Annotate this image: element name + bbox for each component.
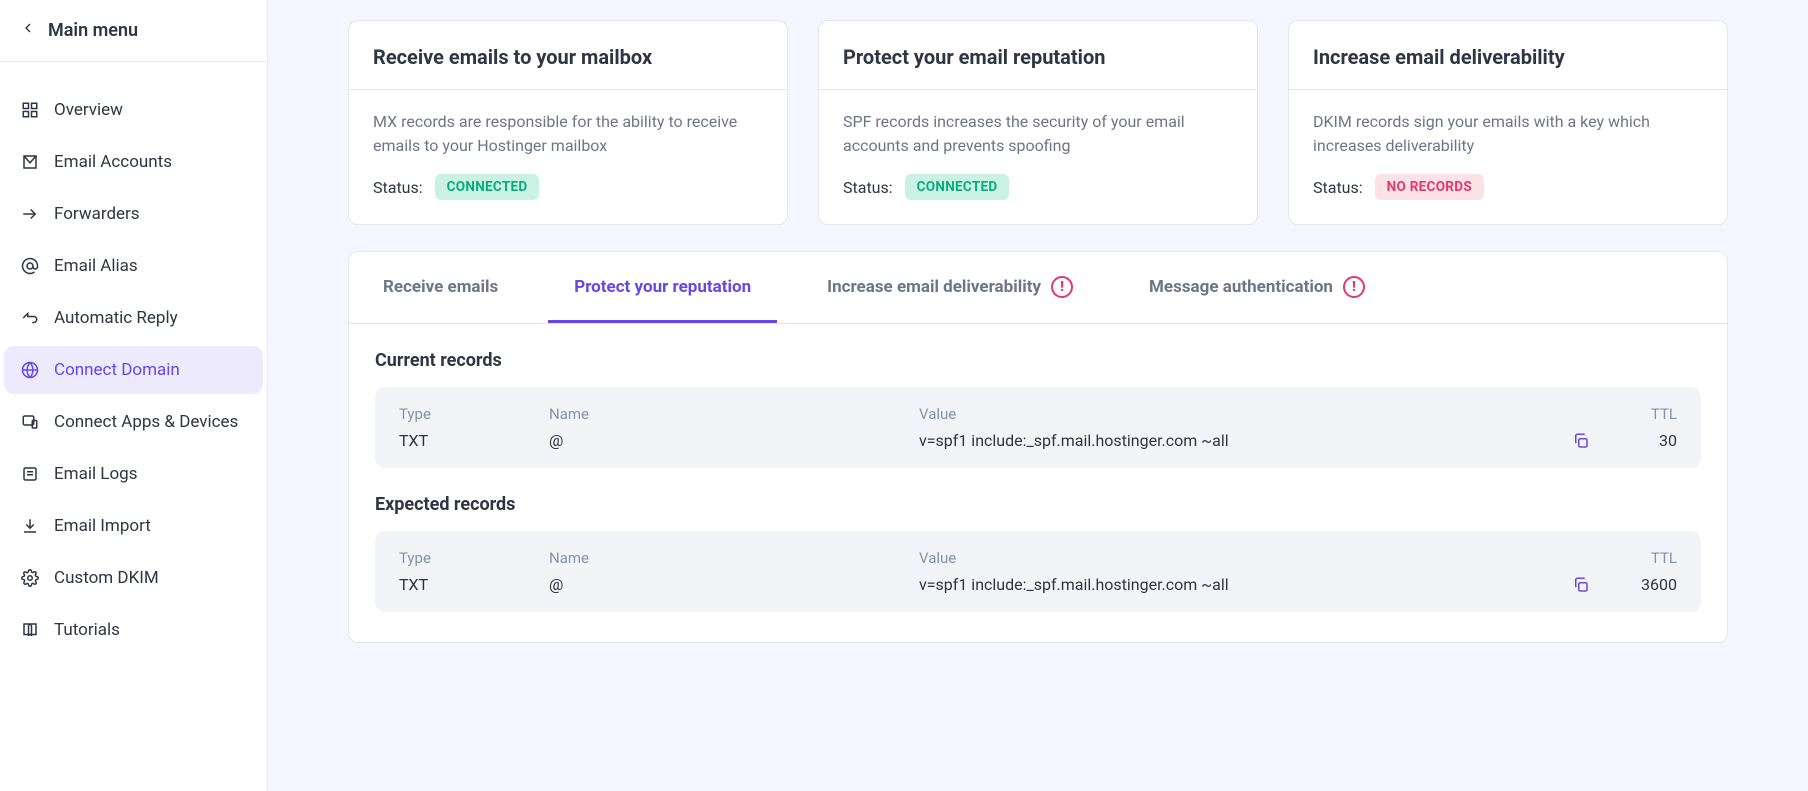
forward-icon (20, 204, 40, 224)
sidebar-item-email-accounts[interactable]: Email Accounts (4, 138, 263, 186)
card-protect-reputation[interactable]: Protect your email reputation SPF record… (818, 20, 1258, 225)
copy-button[interactable] (1565, 432, 1597, 450)
header-ttl: TTL (1597, 549, 1677, 567)
main-menu-label: Main menu (48, 20, 138, 41)
gear-icon (20, 568, 40, 588)
warning-icon: ! (1051, 276, 1073, 298)
sidebar-item-connect-domain[interactable]: Connect Domain (4, 346, 263, 394)
status-label: Status: (843, 178, 893, 197)
expected-records-heading: Expected records (375, 494, 1701, 515)
tab-message-authentication[interactable]: Message authentication ! (1123, 252, 1391, 323)
status-label: Status: (1313, 178, 1363, 197)
header-name: Name (549, 405, 919, 423)
warning-icon: ! (1343, 276, 1365, 298)
tab-label: Message authentication (1149, 277, 1333, 297)
table-row: TXT @ v=spf1 include:_spf.mail.hostinger… (399, 575, 1677, 594)
sidebar-item-label: Email Accounts (54, 152, 172, 172)
reply-icon (20, 308, 40, 328)
log-icon (20, 464, 40, 484)
chevron-left-icon (20, 20, 36, 41)
card-receive-emails[interactable]: Receive emails to your mailbox MX record… (348, 20, 788, 225)
status-label: Status: (373, 178, 423, 197)
card-description: SPF records increases the security of yo… (843, 110, 1233, 158)
sidebar-item-email-alias[interactable]: Email Alias (4, 242, 263, 290)
sidebar-item-label: Overview (54, 100, 123, 120)
sidebar-item-label: Forwarders (54, 204, 140, 224)
current-records-table: Type Name Value TTL TXT @ v=spf1 include… (375, 387, 1701, 468)
sidebar-item-tutorials[interactable]: Tutorials (4, 606, 263, 654)
tab-protect-reputation[interactable]: Protect your reputation (548, 252, 777, 323)
grid-icon (20, 100, 40, 120)
sidebar-item-label: Email Import (54, 516, 151, 536)
sidebar-item-connect-apps[interactable]: Connect Apps & Devices (4, 398, 263, 446)
record-name: @ (549, 575, 919, 594)
globe-icon (20, 360, 40, 380)
record-type: TXT (399, 575, 549, 594)
expected-records-section: Expected records Type Name Value TTL TXT… (349, 468, 1727, 612)
table-row: TXT @ v=spf1 include:_spf.mail.hostinger… (399, 431, 1677, 450)
record-type: TXT (399, 431, 549, 450)
tab-receive-emails[interactable]: Receive emails (357, 252, 524, 323)
download-icon (20, 516, 40, 536)
header-value: Value (919, 549, 1565, 567)
copy-icon (1572, 576, 1590, 594)
back-to-main-menu[interactable]: Main menu (0, 0, 267, 62)
sidebar-item-label: Connect Apps & Devices (54, 412, 238, 432)
main-content: Receive emails to your mailbox MX record… (268, 0, 1808, 791)
tab-increase-deliverability[interactable]: Increase email deliverability ! (801, 252, 1099, 323)
tabs: Receive emails Protect your reputation I… (349, 252, 1727, 324)
header-type: Type (399, 405, 549, 423)
header-value: Value (919, 405, 1565, 423)
card-description: DKIM records sign your emails with a key… (1313, 110, 1703, 158)
sidebar-item-label: Tutorials (54, 620, 120, 640)
current-records-section: Current records Type Name Value TTL TXT … (349, 324, 1727, 468)
status-badge: NO RECORDS (1375, 174, 1484, 200)
expected-records-table: Type Name Value TTL TXT @ v=spf1 include… (375, 531, 1701, 612)
sidebar-item-email-logs[interactable]: Email Logs (4, 450, 263, 498)
copy-icon (1572, 432, 1590, 450)
sidebar-nav: Overview Email Accounts Forwarders Email… (0, 62, 267, 654)
sidebar-item-label: Email Logs (54, 464, 137, 484)
sidebar-item-label: Connect Domain (54, 360, 180, 380)
tab-label: Receive emails (383, 277, 498, 297)
at-icon (20, 256, 40, 276)
book-icon (20, 620, 40, 640)
record-name: @ (549, 431, 919, 450)
card-title: Protect your email reputation (843, 45, 1233, 69)
record-ttl: 30 (1597, 431, 1677, 450)
copy-button[interactable] (1565, 576, 1597, 594)
card-title: Increase email deliverability (1313, 45, 1703, 69)
header-name: Name (549, 549, 919, 567)
sidebar-item-overview[interactable]: Overview (4, 86, 263, 134)
sidebar-item-label: Custom DKIM (54, 568, 159, 588)
record-ttl: 3600 (1597, 575, 1677, 594)
sidebar: Main menu Overview Email Accounts Forwar… (0, 0, 268, 791)
status-cards-row: Receive emails to your mailbox MX record… (348, 20, 1728, 225)
current-records-heading: Current records (375, 350, 1701, 371)
card-description: MX records are responsible for the abili… (373, 110, 763, 158)
header-ttl: TTL (1597, 405, 1677, 423)
mail-icon (20, 152, 40, 172)
record-value: v=spf1 include:_spf.mail.hostinger.com ~… (919, 431, 1565, 450)
sidebar-item-label: Email Alias (54, 256, 138, 276)
status-badge: CONNECTED (905, 174, 1010, 200)
status-badge: CONNECTED (435, 174, 540, 200)
card-increase-deliverability[interactable]: Increase email deliverability DKIM recor… (1288, 20, 1728, 225)
sidebar-item-forwarders[interactable]: Forwarders (4, 190, 263, 238)
sidebar-item-label: Automatic Reply (54, 308, 178, 328)
record-value: v=spf1 include:_spf.mail.hostinger.com ~… (919, 575, 1565, 594)
sidebar-item-email-import[interactable]: Email Import (4, 502, 263, 550)
sidebar-item-custom-dkim[interactable]: Custom DKIM (4, 554, 263, 602)
sidebar-item-automatic-reply[interactable]: Automatic Reply (4, 294, 263, 342)
tab-label: Increase email deliverability (827, 277, 1041, 297)
records-panel: Receive emails Protect your reputation I… (348, 251, 1728, 643)
device-icon (20, 412, 40, 432)
card-title: Receive emails to your mailbox (373, 45, 763, 69)
tab-label: Protect your reputation (574, 277, 751, 297)
header-type: Type (399, 549, 549, 567)
